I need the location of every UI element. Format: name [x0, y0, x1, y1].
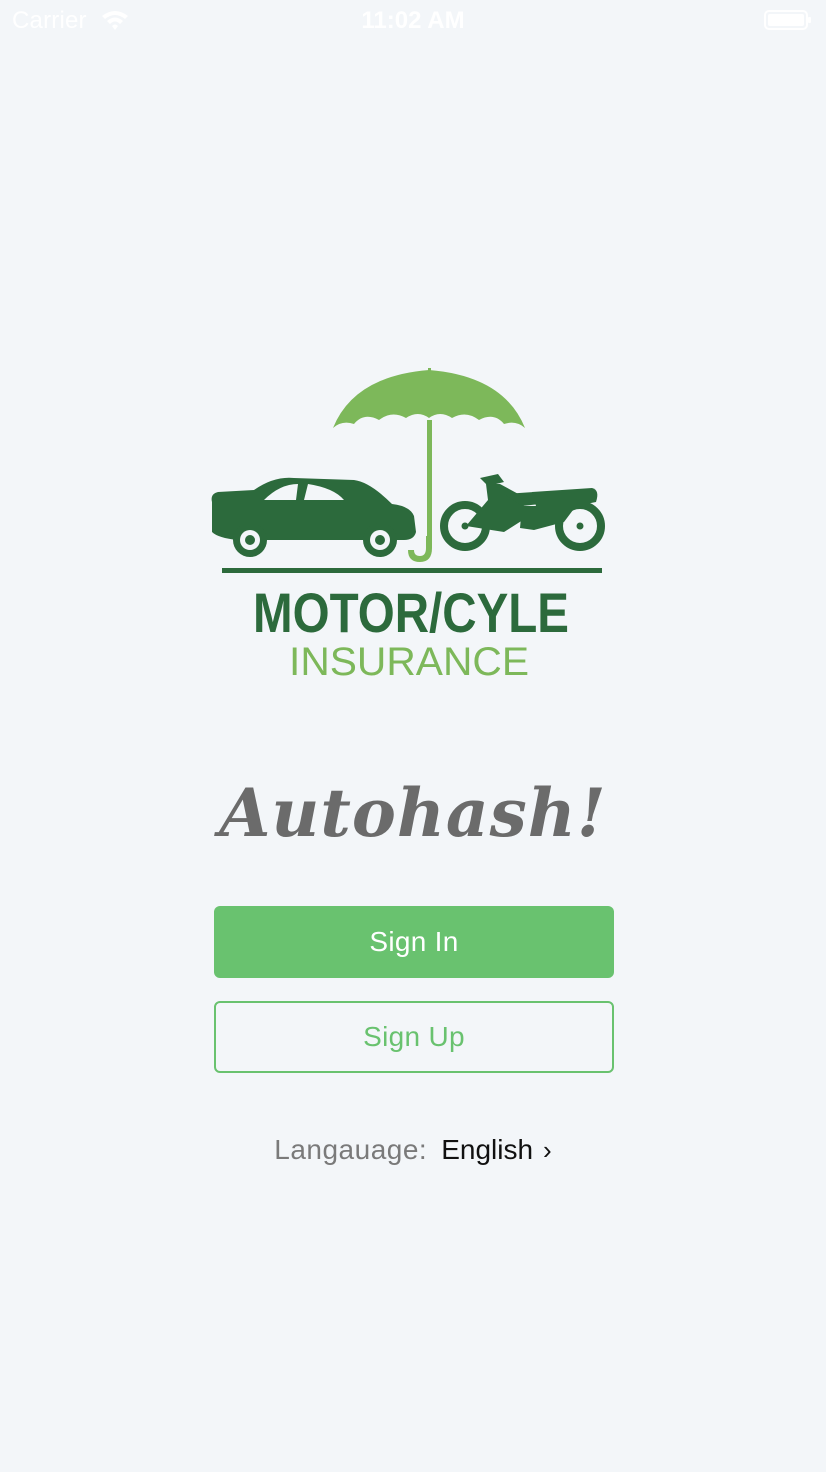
- language-label: Langauage:: [274, 1134, 428, 1165]
- language-selector[interactable]: Langauage: English ›: [0, 1134, 826, 1166]
- language-value[interactable]: English: [441, 1134, 533, 1166]
- car-icon: [211, 477, 416, 557]
- motor-cycle-insurance-logo: MOTOR/CYLE INSURANCE: [211, 368, 605, 684]
- logo-title: MOTOR/CYLE: [253, 581, 569, 644]
- status-time: 11:02 AM: [361, 7, 465, 34]
- umbrella-icon: [333, 370, 525, 428]
- sign-up-label: Sign Up: [363, 1021, 465, 1052]
- app-tagline: Autohash!: [219, 774, 607, 852]
- sign-up-button[interactable]: Sign Up: [214, 1001, 614, 1073]
- logo-subtitle: INSURANCE: [289, 640, 529, 684]
- sign-in-button[interactable]: Sign In: [214, 906, 614, 978]
- chevron-right-icon[interactable]: ›: [543, 1135, 552, 1166]
- battery-icon: [764, 10, 811, 30]
- sign-in-label: Sign In: [369, 926, 459, 957]
- status-bar: Carrier 11:02 AM: [0, 0, 826, 42]
